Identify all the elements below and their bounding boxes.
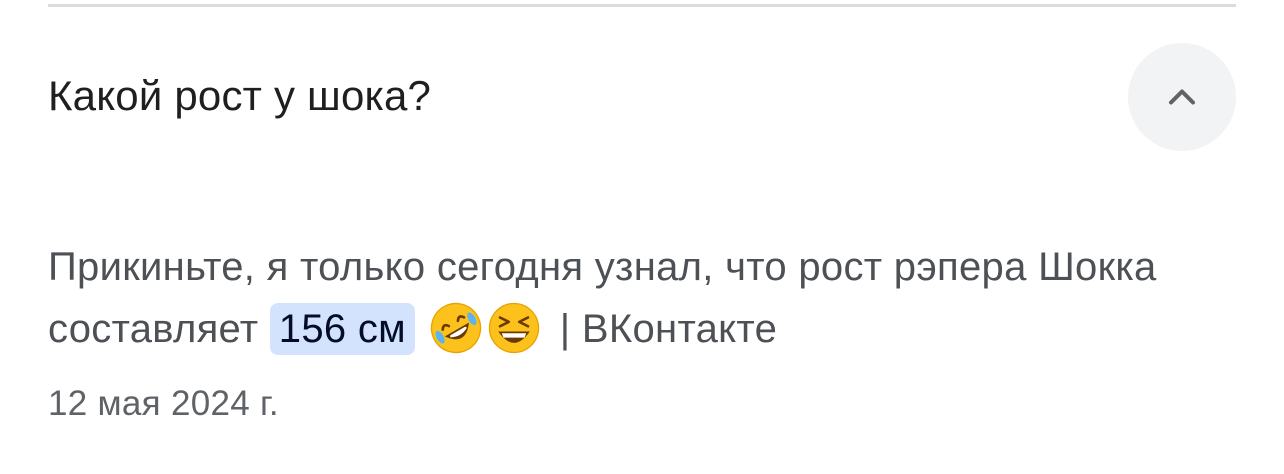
source-link[interactable]: ВКонтакте [582, 307, 777, 351]
faq-answer: Прикиньте, я только сегодня узнал, что р… [48, 236, 1248, 360]
answer-highlight: 156 см [269, 303, 415, 355]
faq-question[interactable]: Какой рост у шока? [48, 66, 431, 126]
grinning-squinting-face-emoji [486, 300, 542, 356]
rolling-on-floor-laughing-emoji [428, 300, 484, 356]
source-separator: | [559, 307, 571, 351]
chevron-up-icon [1168, 89, 1196, 105]
answer-date: 12 мая 2024 г. [48, 384, 279, 423]
top-divider [48, 4, 1236, 7]
collapse-toggle-button[interactable] [1128, 43, 1236, 151]
